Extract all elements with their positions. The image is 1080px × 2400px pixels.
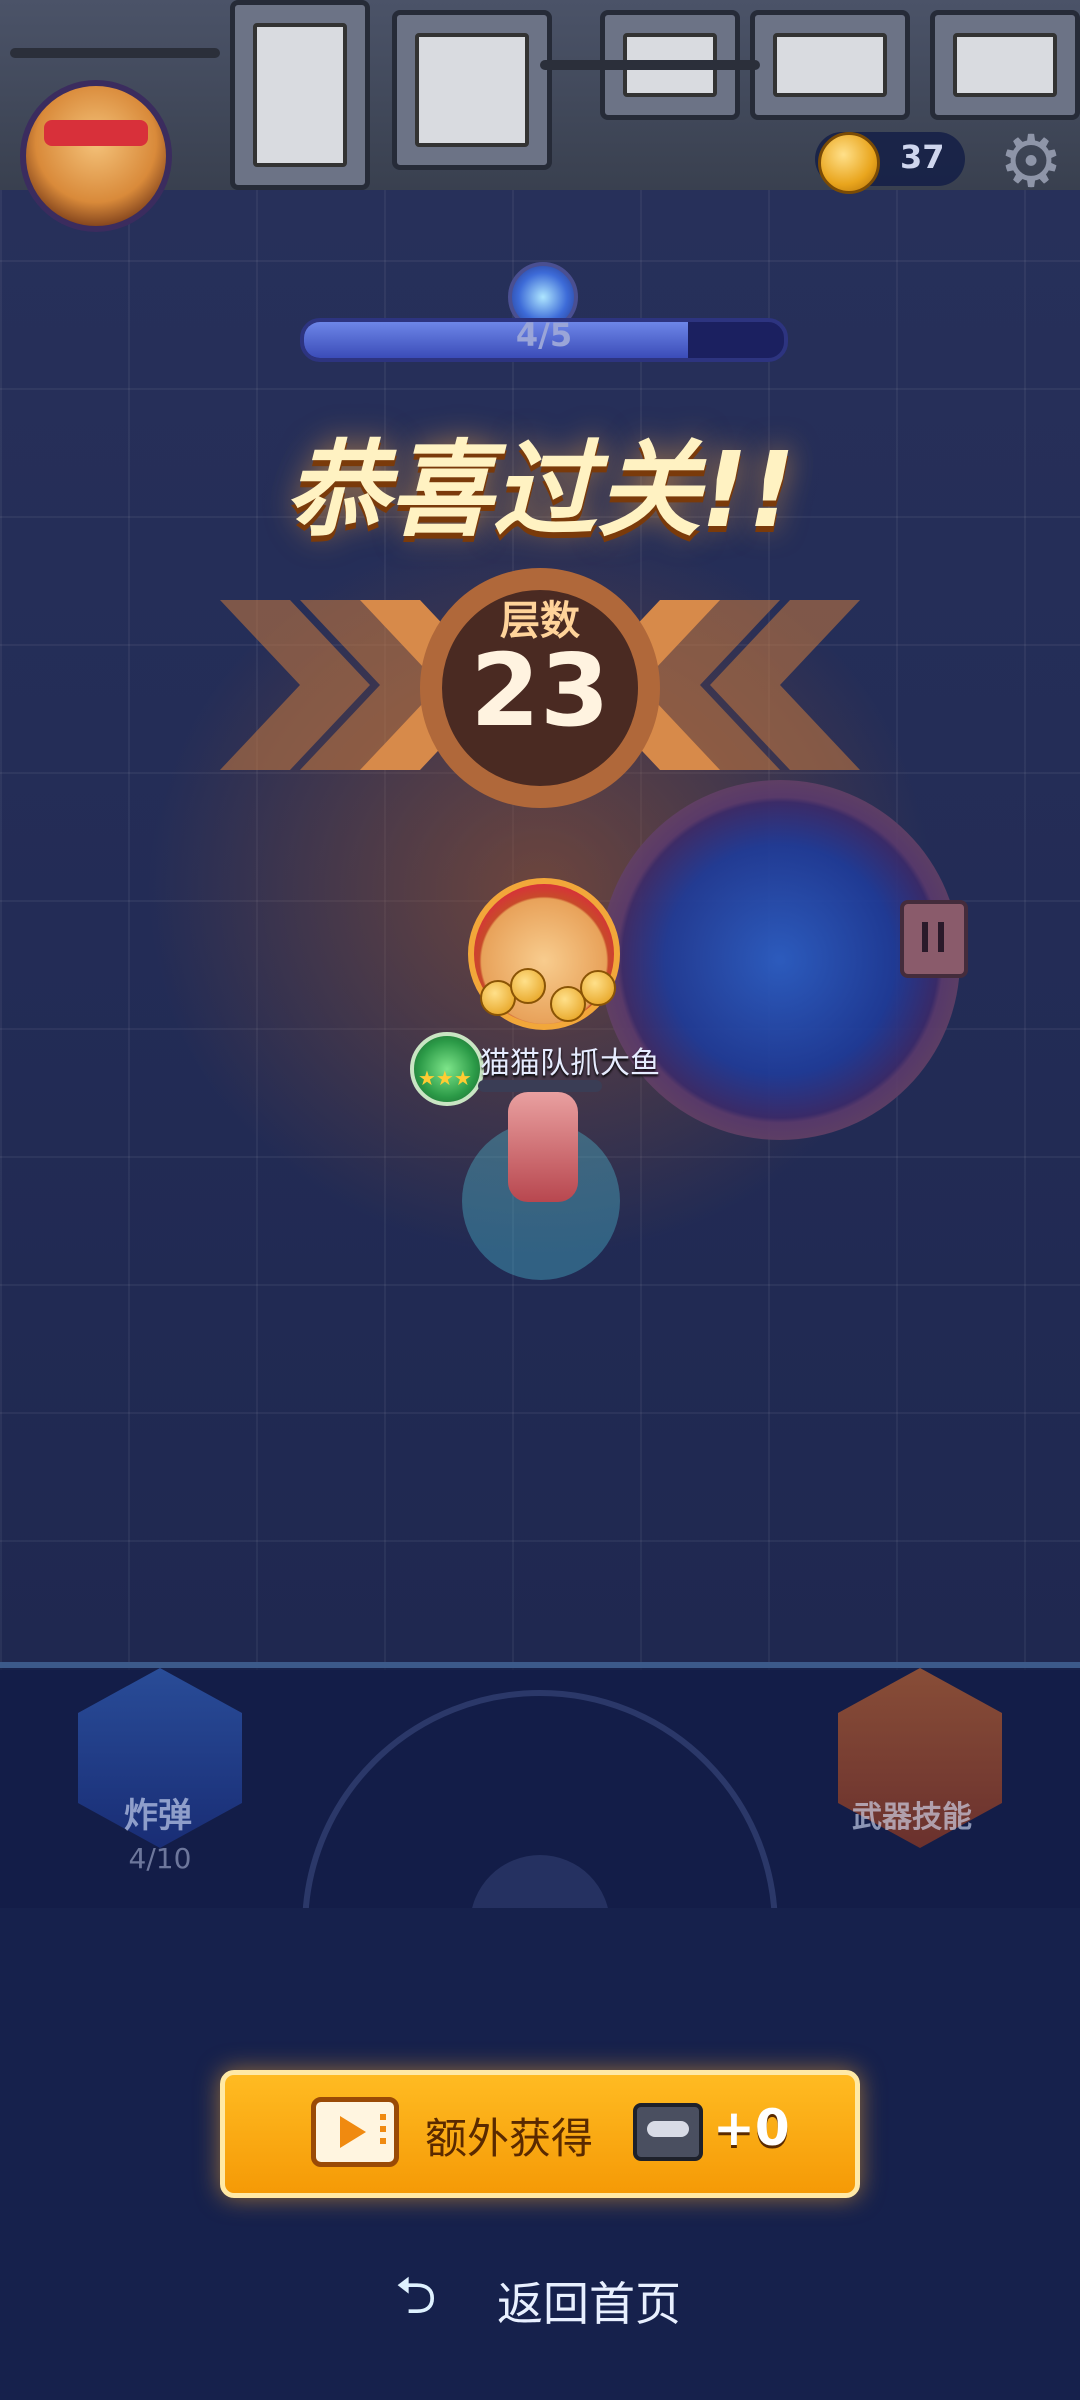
wall-pipe bbox=[10, 48, 220, 58]
portal-pause-panel bbox=[900, 900, 968, 978]
bomb-count: 4/10 bbox=[128, 1842, 192, 1875]
back-home-label: 返回首页 bbox=[497, 2277, 681, 2331]
wave-progress-text: 4/5 bbox=[515, 316, 573, 354]
player-name: 猫猫队抓大鱼 bbox=[480, 1046, 660, 1081]
player-character bbox=[508, 1092, 578, 1202]
level-clear-title: 恭喜过关!! bbox=[284, 429, 796, 551]
coin-pile-icon bbox=[480, 960, 620, 1022]
wall-pipe bbox=[540, 60, 760, 70]
wall-panel bbox=[930, 10, 1080, 120]
game-scene: 37 ⚙ 4/5 恭喜过关!! 层数 23 ★★★ 猫猫队抓大鱼 炸弹 4/10… bbox=[0, 0, 1080, 2400]
profile-avatar[interactable] bbox=[20, 80, 172, 232]
gear-icon[interactable]: ⚙ bbox=[995, 125, 1067, 197]
weapon-skill-label: 武器技能 bbox=[852, 1800, 972, 1835]
return-arrow-icon: ⮌ bbox=[395, 2266, 437, 2326]
bomb-label: 炸弹 bbox=[124, 1796, 192, 1836]
extra-reward-button[interactable]: 额外获得 +0 bbox=[220, 2070, 860, 2198]
coin-icon bbox=[818, 132, 880, 194]
player-health-bar bbox=[478, 1080, 602, 1092]
floor-value: 23 bbox=[470, 632, 610, 749]
wall-panel bbox=[230, 0, 370, 190]
extra-reward-amount: +0 bbox=[713, 2099, 790, 2157]
back-home-button[interactable]: ⮌ 返回首页 bbox=[395, 2258, 695, 2331]
wall-panel bbox=[392, 10, 552, 170]
coin-count: 37 bbox=[900, 138, 945, 176]
extra-reward-label: 额外获得 bbox=[425, 2114, 594, 2163]
rank-stars-icon: ★★★ bbox=[418, 1066, 472, 1090]
cassette-icon bbox=[633, 2103, 703, 2161]
video-ad-icon bbox=[311, 2097, 399, 2167]
wall-panel bbox=[750, 10, 910, 120]
